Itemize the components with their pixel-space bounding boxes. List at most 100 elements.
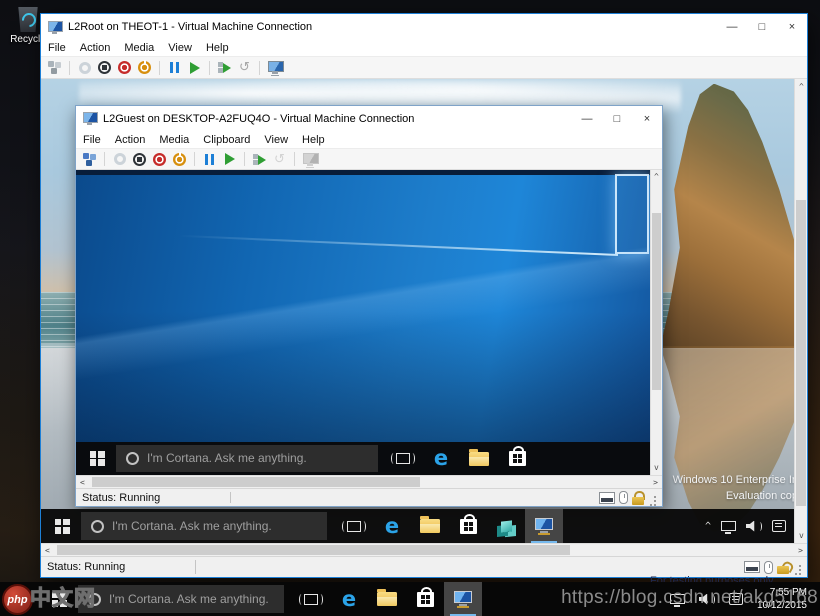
inner-menu-help[interactable]: Help [295, 134, 332, 146]
inner-vertical-scrollbar[interactable]: ^ v [650, 170, 662, 475]
inner-hscroll-thumb[interactable] [92, 477, 421, 487]
checkpoint-icon[interactable] [252, 152, 267, 167]
outer-titlebar[interactable]: L2Root on THEOT-1 - Virtual Machine Conn… [41, 14, 807, 40]
host-vmconnect-button[interactable] [444, 582, 482, 616]
inner-statusbar: Status: Running [76, 488, 662, 506]
outer-horizontal-scrollbar[interactable]: < > [41, 543, 807, 556]
show-hidden-icons-chevron[interactable]: ^ [705, 521, 711, 532]
shut-down-icon[interactable] [117, 60, 132, 75]
l2root-hyperv-manager-button[interactable] [487, 509, 525, 543]
l2root-eval-watermark: Windows 10 Enterprise In Evaluation cop [672, 474, 794, 503]
hyperv-manager-icon [500, 519, 512, 533]
php-site-cn-watermark: 中文网 [30, 587, 96, 611]
inner-maximize-button[interactable]: □ [602, 106, 632, 131]
l2root-start-button[interactable] [43, 509, 81, 543]
inner-menu-view[interactable]: View [257, 134, 295, 146]
l2root-task-view-button[interactable] [335, 509, 373, 543]
store-icon [459, 513, 477, 534]
task-view-icon [342, 520, 366, 532]
checkpoint-icon[interactable] [217, 60, 232, 75]
scroll-right-arrow[interactable]: > [653, 479, 658, 487]
l2guest-task-view-button[interactable] [384, 442, 422, 475]
windows-logo-icon [54, 518, 70, 534]
l2guest-store-button[interactable] [498, 442, 536, 475]
host-cortana-search[interactable]: I'm Cortana. Ask me anything. [78, 585, 284, 613]
resume-icon[interactable] [187, 60, 202, 75]
scroll-left-arrow[interactable]: < [45, 547, 50, 555]
network-display-tray-icon[interactable] [721, 521, 736, 534]
l2root-cortana-search[interactable]: I'm Cortana. Ask me anything. [81, 512, 327, 540]
outer-minimize-button[interactable]: — [717, 14, 747, 40]
outer-maximize-button[interactable]: □ [747, 14, 777, 40]
inner-menubar: File Action Media Clipboard View Help [76, 131, 662, 149]
outer-menu-action[interactable]: Action [73, 42, 118, 54]
l2guest-file-explorer-button[interactable] [460, 442, 498, 475]
scroll-right-arrow[interactable]: > [798, 547, 803, 555]
outer-hscroll-thumb[interactable] [57, 545, 571, 555]
shut-down-icon[interactable] [152, 152, 167, 167]
l2root-system-tray: ^ [705, 520, 794, 534]
inner-close-button[interactable]: × [632, 106, 662, 131]
outer-menu-view[interactable]: View [161, 42, 199, 54]
l2guest-hero-wallpaper [76, 170, 650, 442]
ctrl-alt-del-icon[interactable] [47, 60, 62, 75]
l2root-store-button[interactable] [449, 509, 487, 543]
inner-vscroll-thumb[interactable] [652, 212, 661, 390]
outer-vertical-scrollbar[interactable]: ^ v [794, 79, 807, 543]
task-view-icon [391, 453, 415, 464]
inner-menu-action[interactable]: Action [108, 134, 153, 146]
revert-icon[interactable]: ↺ [272, 152, 287, 167]
outer-status-text: Status: Running [47, 561, 126, 573]
outer-menu-media[interactable]: Media [117, 42, 161, 54]
l2root-file-explorer-button[interactable] [411, 509, 449, 543]
start-icon[interactable] [77, 60, 92, 75]
inner-titlebar[interactable]: L2Guest on DESKTOP-A2FUQ4O - Virtual Mac… [76, 106, 662, 131]
outer-close-button[interactable]: × [777, 14, 807, 40]
ctrl-alt-del-icon[interactable] [82, 152, 97, 167]
l2guest-edge-button[interactable]: e [422, 442, 460, 475]
save-icon[interactable] [172, 151, 187, 167]
lock-open-icon [777, 560, 789, 574]
outer-toolbar: ↺ [41, 57, 807, 79]
l2guest-start-button[interactable] [78, 442, 116, 475]
edge-icon: e [433, 446, 449, 470]
scroll-up-arrow[interactable]: ^ [654, 173, 659, 181]
host-edge-button[interactable]: e [330, 582, 368, 616]
outer-menu-file[interactable]: File [41, 42, 73, 54]
turn-off-icon[interactable] [97, 60, 112, 75]
resize-grip[interactable] [648, 494, 656, 502]
outer-vscroll-thumb[interactable] [796, 199, 806, 506]
l2root-vmconnect-button[interactable] [525, 509, 563, 543]
revert-icon[interactable]: ↺ [237, 60, 252, 75]
file-explorer-icon [420, 516, 440, 533]
scroll-down-arrow[interactable]: v [799, 532, 804, 540]
outer-vm-viewport: Windows 10 Enterprise In Evaluation cop … [41, 79, 807, 543]
host-file-explorer-button[interactable] [368, 582, 406, 616]
host-store-button[interactable] [406, 582, 444, 616]
enhanced-session-icon[interactable] [267, 60, 284, 75]
resume-icon[interactable] [222, 152, 237, 167]
outer-menu-help[interactable]: Help [199, 42, 236, 54]
inner-horizontal-scrollbar[interactable]: < > [76, 475, 662, 488]
turn-off-icon[interactable] [132, 152, 147, 167]
save-icon[interactable] [137, 60, 152, 75]
inner-minimize-button[interactable]: — [572, 106, 602, 131]
pause-icon[interactable] [202, 152, 217, 167]
scroll-down-arrow[interactable]: v [654, 464, 659, 472]
l2root-edge-button[interactable]: e [373, 509, 411, 543]
pause-icon[interactable] [167, 60, 182, 75]
scroll-up-arrow[interactable]: ^ [799, 83, 804, 91]
volume-tray-icon[interactable] [746, 520, 762, 532]
inner-menu-file[interactable]: File [76, 134, 108, 146]
l2guest-screen: I'm Cortana. Ask me anything. e [76, 170, 650, 475]
inner-menu-media[interactable]: Media [152, 134, 196, 146]
action-center-tray-icon[interactable] [772, 520, 786, 532]
host-task-view-button[interactable] [292, 582, 330, 616]
l2guest-cortana-search[interactable]: I'm Cortana. Ask me anything. [116, 445, 378, 472]
inner-menu-clipboard[interactable]: Clipboard [196, 134, 257, 146]
scroll-left-arrow[interactable]: < [80, 479, 85, 487]
enhanced-session-icon[interactable] [302, 152, 319, 167]
start-icon[interactable] [112, 152, 127, 167]
php-site-logo: php [2, 584, 33, 615]
resize-grip[interactable] [793, 563, 801, 571]
